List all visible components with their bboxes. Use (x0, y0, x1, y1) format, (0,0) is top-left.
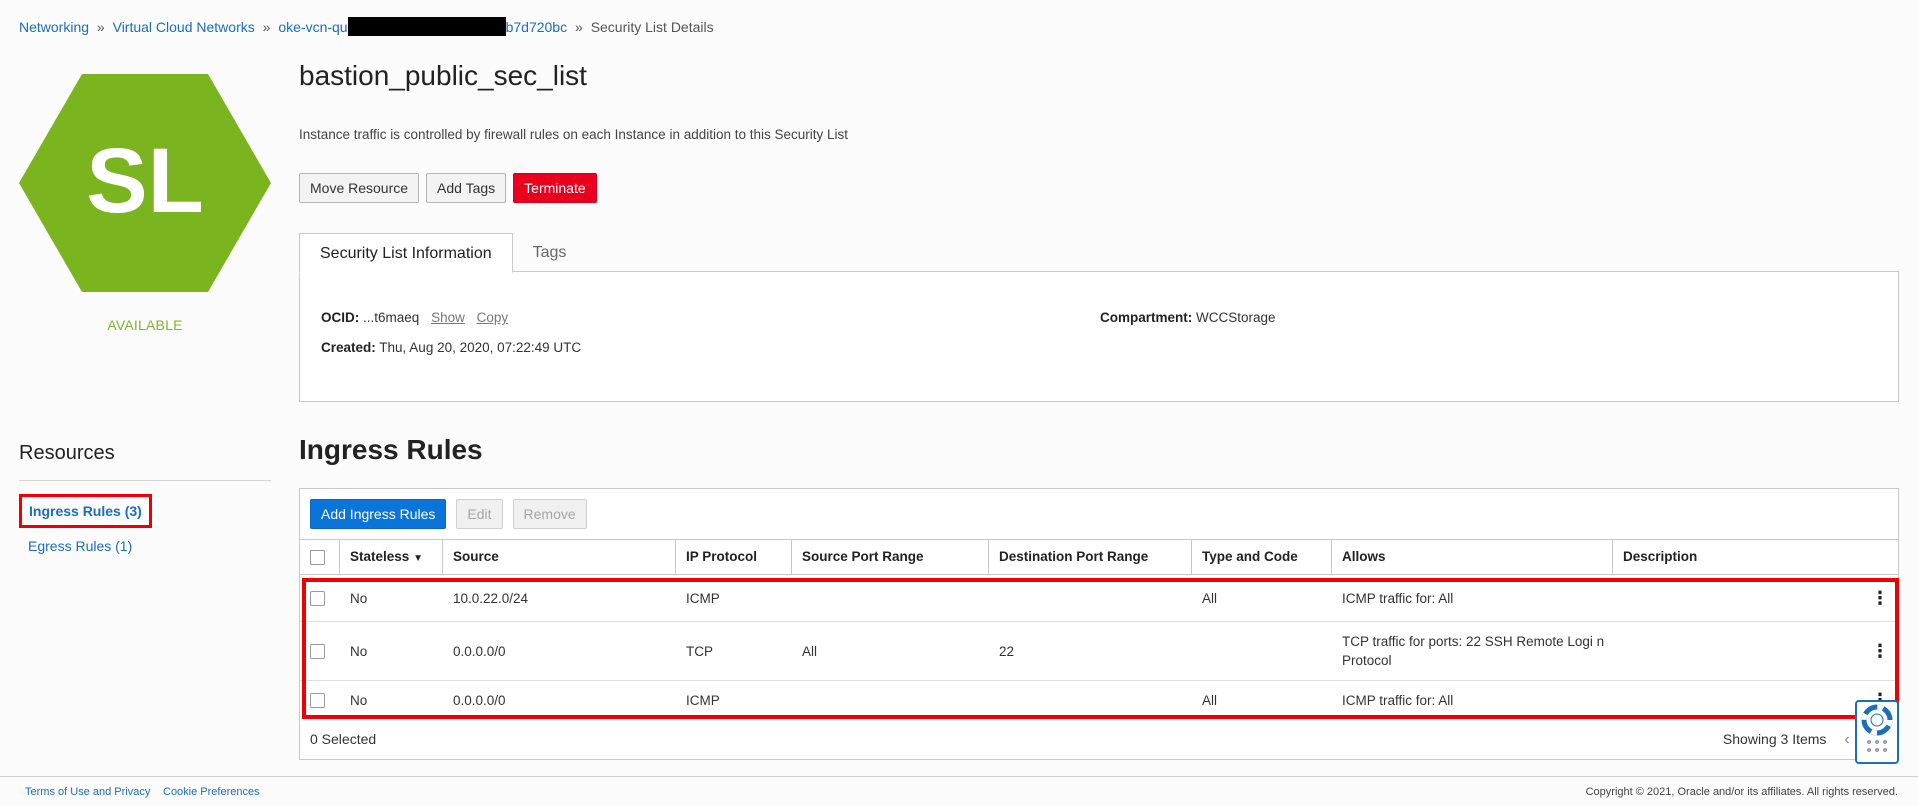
table-header: Stateless ▼ Source IP Protocol Source Po… (300, 539, 1899, 575)
sidebar-item-egress-rules[interactable]: Egress Rules (1) (28, 538, 132, 554)
ocid-show-link[interactable]: Show (431, 310, 465, 325)
edit-button[interactable]: Edit (456, 499, 503, 529)
breadcrumb-current: Security List Details (590, 19, 714, 35)
row-actions-menu-icon[interactable]: ⋮ (1871, 642, 1889, 660)
info-panel: OCID: ...t6maeq Show Copy Created: Thu, … (299, 271, 1899, 402)
cell-source: 10.0.22.0/24 (453, 590, 529, 606)
row-checkbox[interactable] (310, 643, 325, 659)
grid-dots-icon (1867, 740, 1887, 752)
ocid-row: OCID: ...t6maeq Show Copy (321, 310, 508, 325)
chevron-left-icon[interactable]: ‹ (1844, 731, 1849, 748)
cell-stateless: No (350, 590, 368, 606)
detail-tabs: Security List Information Tags (299, 233, 586, 273)
column-source-port-range: Source Port Range (792, 540, 989, 574)
table-row: No 0.0.0.0/0 TCP All 22 TCP traffic for … (300, 622, 1899, 681)
column-destination-port-range: Destination Port Range (989, 540, 1192, 574)
cell-type-code: All (1202, 590, 1218, 606)
breadcrumb-separator: » (96, 19, 105, 35)
column-description: Description (1623, 549, 1698, 564)
cell-protocol: ICMP (686, 590, 720, 606)
status-badge: AVAILABLE (107, 317, 183, 333)
showing-count: Showing 3 Items (1722, 731, 1827, 747)
ingress-rules-panel: Add Ingress Rules Edit Remove Stateless … (299, 488, 1899, 760)
add-tags-button[interactable]: Add Tags (426, 173, 507, 203)
cell-protocol: ICMP (686, 692, 720, 708)
cell-allows: ICMP traffic for: All (1342, 692, 1454, 708)
breadcrumb-vcn-name-start: oke-vcn-qu (278, 19, 348, 35)
cell-dst-port: 22 (999, 643, 1015, 659)
cell-type-code: All (1202, 692, 1218, 708)
redaction-block (347, 17, 506, 37)
column-allows: Allows (1332, 540, 1613, 574)
ingress-rules-title: Ingress Rules (299, 434, 483, 465)
cell-allows: TCP traffic for ports: 22 SSH Remote Log… (1342, 634, 1605, 668)
lifebuoy-icon (1861, 704, 1893, 752)
cell-protocol: TCP (686, 643, 713, 659)
table-row: No 10.0.22.0/24 ICMP All ICMP traffic fo… (300, 575, 1899, 622)
row-checkbox[interactable] (310, 590, 325, 606)
sort-desc-icon: ▼ (413, 553, 423, 564)
select-all-cell (300, 540, 340, 574)
security-list-hexagon-icon: SL (19, 74, 271, 292)
copyright-text: Copyright © 2021, Oracle and/or its affi… (1585, 786, 1898, 798)
ocid-label: OCID: (321, 310, 360, 325)
table-body: No 10.0.22.0/24 ICMP All ICMP traffic fo… (300, 575, 1899, 719)
remove-button[interactable]: Remove (512, 499, 587, 529)
row-checkbox[interactable] (310, 692, 325, 708)
breadcrumb-vcn-link[interactable]: oke-vcn-qu b7d720bc (278, 17, 568, 37)
table-row: No 0.0.0.0/0 ICMP All ICMP traffic for: … (300, 681, 1899, 719)
column-stateless[interactable]: Stateless ▼ (340, 540, 443, 574)
ocid-value: ...t6maeq (363, 310, 420, 325)
page-title: bastion_public_sec_list (299, 60, 587, 91)
resources-divider (19, 480, 271, 481)
compartment-label: Compartment: (1100, 310, 1193, 325)
resources-title: Resources (19, 442, 115, 464)
cell-stateless: No (350, 643, 368, 659)
selected-count: 0 Selected (310, 731, 377, 747)
column-source: Source (443, 540, 676, 574)
created-row: Created: Thu, Aug 20, 2020, 07:22:49 UTC (321, 340, 581, 355)
created-label: Created: (321, 340, 376, 355)
breadcrumb-networking[interactable]: Networking (19, 19, 89, 35)
breadcrumb-separator: » (262, 19, 271, 35)
cell-source: 0.0.0.0/0 (453, 643, 506, 659)
terminate-button[interactable]: Terminate (513, 173, 597, 203)
terms-link[interactable]: Terms of Use and Privacy (25, 786, 150, 798)
tab-tags[interactable]: Tags (513, 233, 587, 273)
cell-allows: ICMP traffic for: All (1342, 590, 1454, 606)
ocid-copy-link[interactable]: Copy (477, 310, 509, 325)
move-resource-button[interactable]: Move Resource (299, 173, 420, 203)
breadcrumb-vcns[interactable]: Virtual Cloud Networks (113, 19, 255, 35)
breadcrumb-separator: » (575, 19, 583, 35)
breadcrumb: Networking » Virtual Cloud Networks » ok… (19, 17, 714, 37)
compartment-row: Compartment: WCCStorage (1100, 310, 1276, 325)
created-value: Thu, Aug 20, 2020, 07:22:49 UTC (379, 340, 582, 355)
select-all-checkbox[interactable] (310, 549, 325, 565)
breadcrumb-vcn-name-end: b7d720bc (505, 19, 568, 35)
cell-source: 0.0.0.0/0 (453, 692, 506, 708)
cookie-preferences-link[interactable]: Cookie Preferences (163, 786, 260, 798)
table-footer: 0 Selected Showing 3 Items ‹ 1 o (300, 725, 1899, 759)
page-footer: Terms of Use and Privacy Cookie Preferen… (0, 776, 1918, 806)
row-actions-menu-icon[interactable]: ⋮ (1871, 589, 1889, 607)
tab-security-list-information[interactable]: Security List Information (299, 233, 513, 273)
icon-text: SL (86, 130, 204, 232)
compartment-value: WCCStorage (1196, 310, 1276, 325)
sidebar-item-ingress-rules[interactable]: Ingress Rules (3) (19, 494, 152, 528)
add-ingress-rules-button[interactable]: Add Ingress Rules (310, 499, 447, 529)
cell-src-port: All (802, 643, 818, 659)
column-ip-protocol: IP Protocol (676, 540, 792, 574)
ingress-toolbar: Add Ingress Rules Edit Remove (310, 499, 587, 529)
cell-stateless: No (350, 692, 368, 708)
action-bar: Move Resource Add Tags Terminate (299, 173, 597, 203)
page-subtitle: Instance traffic is controlled by firewa… (299, 127, 849, 142)
help-widget[interactable] (1855, 700, 1899, 764)
column-type-and-code: Type and Code (1192, 540, 1332, 574)
